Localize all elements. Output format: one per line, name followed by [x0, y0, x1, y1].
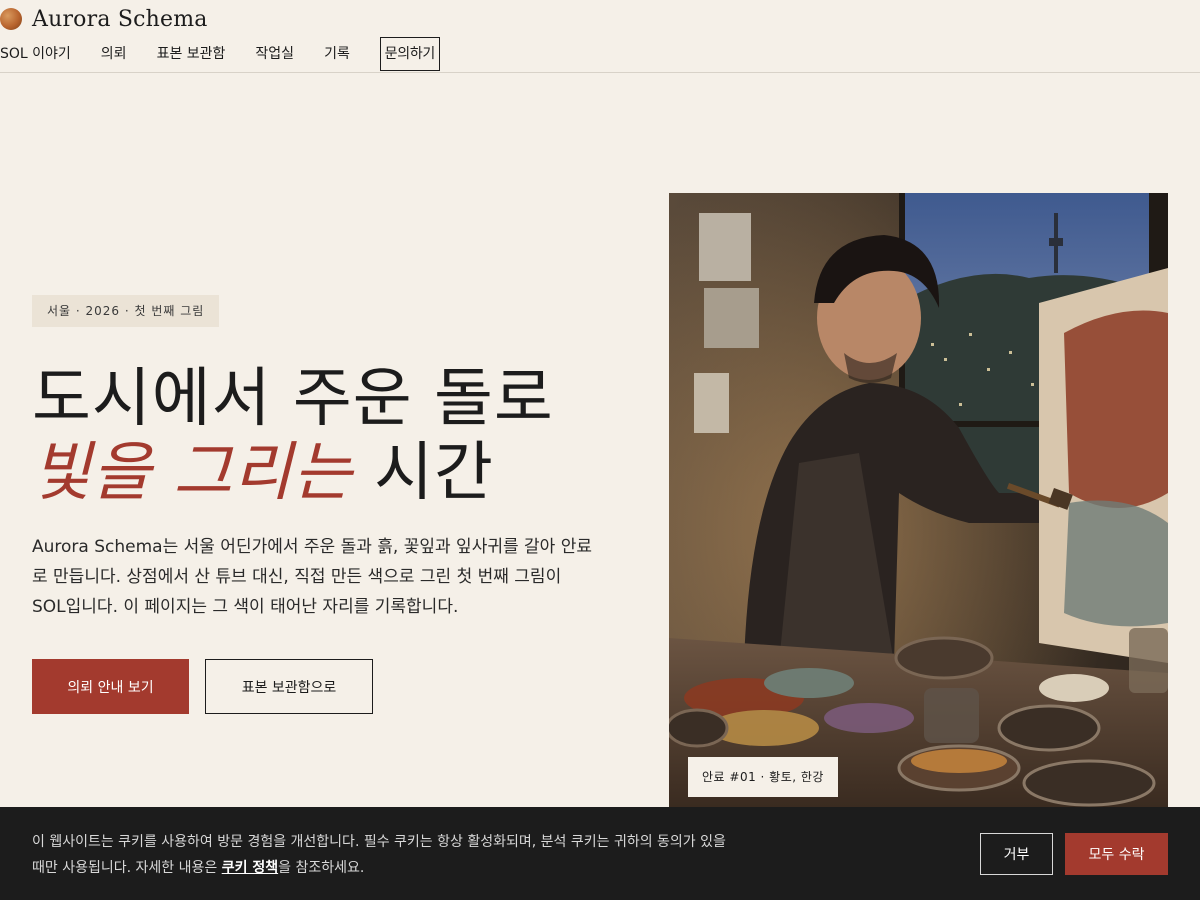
nav-item-specimen-archive[interactable]: 표본 보관함 — [157, 37, 226, 71]
site-header: Aurora Schema SOL 이야기 의뢰 표본 보관함 작업실 기록 문… — [0, 0, 1200, 73]
headline-rest: 시간 — [352, 436, 494, 510]
photo-caption: 안료 #01 · 황토, 한강 — [688, 757, 838, 797]
specimen-archive-button[interactable]: 표본 보관함으로 — [205, 659, 373, 714]
cookie-text-before: 이 웹사이트는 쿠키를 사용하여 방문 경험을 개선합니다. 필수 쿠키는 항상… — [32, 834, 726, 876]
nav-item-commission[interactable]: 의뢰 — [101, 37, 127, 71]
nav-item-studio[interactable]: 작업실 — [255, 37, 294, 71]
headline-accent: 빛을 그리는 — [32, 436, 353, 510]
cookie-text-after: 을 참조하세요. — [278, 860, 365, 876]
nav-item-contact[interactable]: 문의하기 — [379, 37, 440, 71]
cookie-policy-link[interactable]: 쿠키 정책 — [222, 860, 278, 876]
headline-line-1: 도시에서 주운 돌로 — [32, 362, 554, 436]
commission-guide-button[interactable]: 의뢰 안내 보기 — [32, 659, 189, 714]
brand[interactable]: Aurora Schema — [0, 6, 208, 32]
brand-name: Aurora Schema — [32, 6, 208, 32]
cookie-accept-all-button[interactable]: 모두 수락 — [1065, 833, 1168, 875]
hero-headline: 도시에서 주운 돌로 빛을 그리는 시간 — [32, 362, 554, 510]
ochre-circle-icon — [0, 8, 22, 30]
cookie-reject-button[interactable]: 거부 — [980, 833, 1053, 875]
hero-photo-painter — [669, 193, 1168, 807]
nav-item-journal[interactable]: 기록 — [324, 37, 350, 71]
hero-eyebrow: 서울 · 2026 · 첫 번째 그림 — [32, 295, 220, 327]
cookie-message: 이 웹사이트는 쿠키를 사용하여 방문 경험을 개선합니다. 필수 쿠키는 항상… — [32, 829, 732, 881]
nav-item-sol-story[interactable]: SOL 이야기 — [0, 37, 71, 71]
cookie-banner: 이 웹사이트는 쿠키를 사용하여 방문 경험을 개선합니다. 필수 쿠키는 항상… — [0, 807, 1200, 900]
hero-lead: Aurora Schema는 서울 어딘가에서 주운 돌과 흙, 꽃잎과 잎사귀… — [32, 537, 592, 617]
main-nav: SOL 이야기 의뢰 표본 보관함 작업실 기록 문의하기 — [0, 37, 470, 71]
